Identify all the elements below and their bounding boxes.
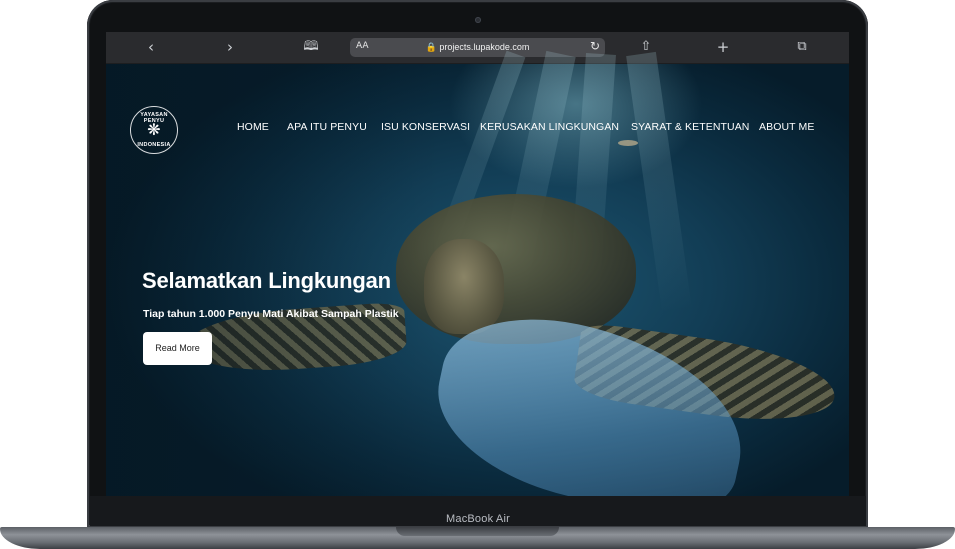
url-value: projects.lupakode.com bbox=[439, 42, 530, 52]
address-bar[interactable]: AA 🔒 projects.lupakode.com ↻ bbox=[350, 38, 605, 57]
reload-icon[interactable]: ↻ bbox=[590, 39, 600, 53]
browser-toolbar: ‹ › 🕮 AA 🔒 projects.lupakode.com ↻ ⇧ + ⧉ bbox=[106, 32, 849, 64]
camera-icon bbox=[475, 17, 481, 23]
model-label: MacBook Air bbox=[446, 513, 510, 525]
nav-item-syarat-ketentuan[interactable]: SYARAT & KETENTUAN bbox=[631, 121, 750, 133]
laptop-chin: MacBook Air bbox=[90, 496, 866, 526]
chevron-left-icon[interactable]: ‹ bbox=[141, 38, 161, 56]
hero-subtitle: Tiap tahun 1.000 Penyu Mati Akibat Sampa… bbox=[143, 308, 399, 320]
book-icon[interactable]: 🕮 bbox=[301, 38, 321, 56]
read-more-button[interactable]: Read More bbox=[143, 332, 212, 365]
nav-item-apa-itu-penyu[interactable]: APA ITU PENYU bbox=[287, 121, 367, 133]
nav-item-isu-konservasi[interactable]: ISU KONSERVASI bbox=[381, 121, 470, 133]
hero-section: YAYASAN PENYU ❋ INDONESIA HOME APA ITU P… bbox=[106, 50, 849, 496]
tabs-icon[interactable]: ⧉ bbox=[792, 38, 812, 56]
browser-window: ‹ › 🕮 AA 🔒 projects.lupakode.com ↻ ⇧ + ⧉… bbox=[106, 32, 849, 496]
hero-title: Selamatkan Lingkungan bbox=[142, 268, 391, 293]
logo-bottom-text: INDONESIA bbox=[137, 142, 171, 148]
chevron-right-icon[interactable]: › bbox=[220, 38, 240, 56]
nav-item-about-me[interactable]: ABOUT ME bbox=[759, 121, 814, 133]
url-text: 🔒 projects.lupakode.com bbox=[425, 42, 530, 52]
turtle-icon: ❋ bbox=[147, 120, 161, 139]
laptop-notch bbox=[396, 527, 559, 536]
nav-item-kerusakan-lingkungan[interactable]: KERUSAKAN LINGKUNGAN bbox=[480, 121, 619, 133]
plus-icon[interactable]: + bbox=[713, 38, 733, 56]
site-logo[interactable]: YAYASAN PENYU ❋ INDONESIA bbox=[130, 106, 178, 154]
nav-item-home[interactable]: HOME bbox=[237, 121, 269, 133]
